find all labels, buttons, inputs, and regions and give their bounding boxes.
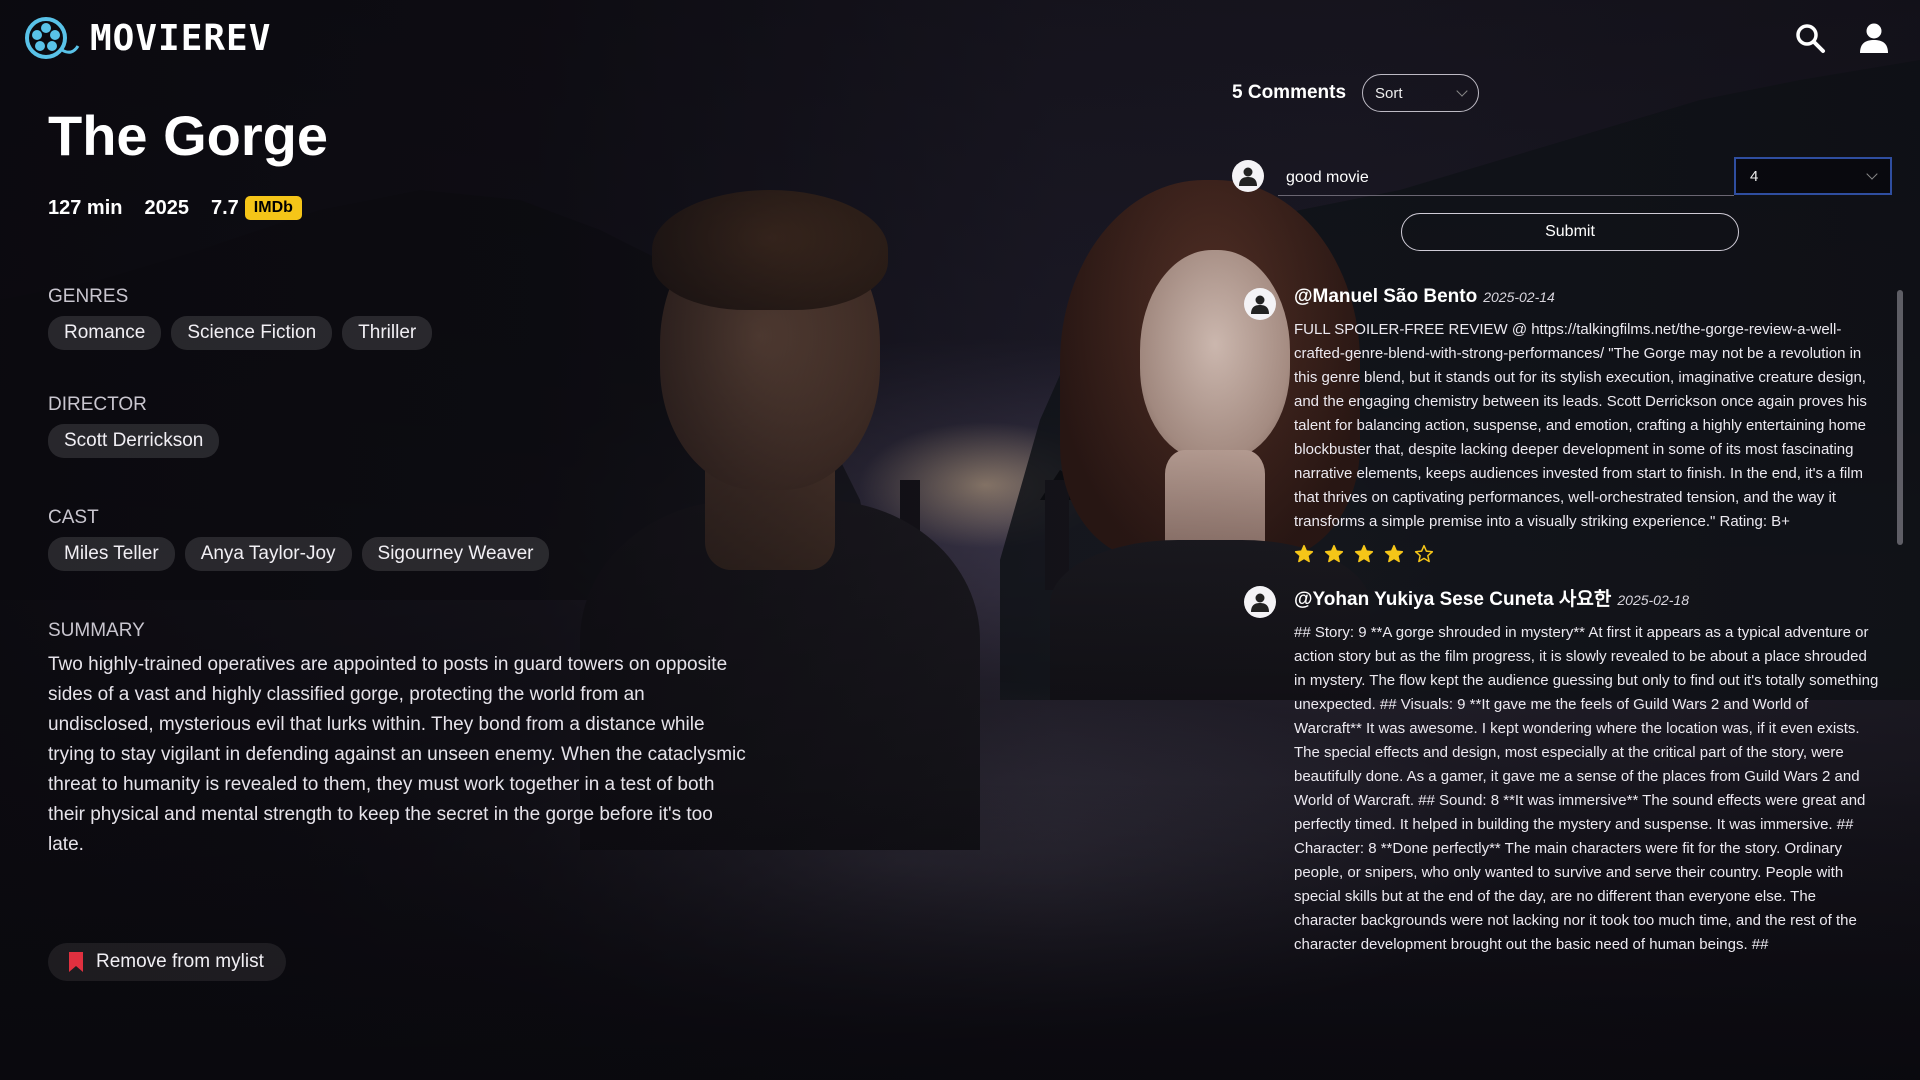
cast-chip[interactable]: Miles Teller <box>48 537 175 571</box>
search-icon <box>1796 24 1825 53</box>
avatar <box>1244 288 1276 320</box>
imdb-badge: IMDb <box>244 196 302 220</box>
comment-author[interactable]: @Manuel São Bento <box>1294 286 1477 308</box>
rating-select[interactable]: 4 <box>1734 157 1892 195</box>
star-filled-icon <box>1294 544 1314 563</box>
genre-chip[interactable]: Romance <box>48 316 162 350</box>
logo[interactable]: MOVIEREV <box>24 16 271 60</box>
logo-text: MOVIEREV <box>90 17 272 59</box>
director-section: DIRECTOR Scott Derrickson <box>48 394 748 458</box>
comment-author[interactable]: @Yohan Yukiya Sese Cuneta 사요한 <box>1294 584 1611 611</box>
chevron-down-icon <box>1866 168 1878 180</box>
user-icon <box>1239 167 1257 186</box>
summary-label: SUMMARY <box>48 620 145 641</box>
bookmark-icon <box>69 952 83 972</box>
genres-label: GENRES <box>48 286 129 307</box>
star-filled-icon <box>1384 544 1404 563</box>
comments-count: 5 Comments <box>1232 82 1347 103</box>
comment-date: 2025-02-18 <box>1617 592 1689 608</box>
comments-header: 5 Comments Sort <box>1232 74 1480 112</box>
cast-label: CAST <box>48 507 99 528</box>
sort-dropdown[interactable]: Sort <box>1362 74 1480 112</box>
comment-body: FULL SPOILER-FREE REVIEW @ https://talki… <box>1294 321 1867 530</box>
runtime: 127 min <box>48 196 123 219</box>
star-filled-icon <box>1354 544 1374 563</box>
rating-select-value: 4 <box>1750 167 1759 185</box>
sort-dropdown-label: Sort <box>1375 84 1403 102</box>
scrollbar-thumb[interactable] <box>1897 290 1903 545</box>
avatar <box>1244 586 1276 618</box>
star-rating <box>1294 544 1890 564</box>
director-label: DIRECTOR <box>48 394 147 415</box>
comment-body: ## Story: 9 **A gorge shrouded in myster… <box>1294 624 1879 953</box>
summary-text: Two highly-trained operatives are appoin… <box>48 654 746 855</box>
cast-chip[interactable]: Anya Taylor-Joy <box>184 537 352 571</box>
search-button[interactable] <box>1794 22 1826 54</box>
star-empty-icon <box>1414 544 1434 563</box>
comment-date: 2025-02-14 <box>1483 289 1555 305</box>
cast-section: CAST Miles Teller Anya Taylor-Joy Sigour… <box>48 507 748 571</box>
imdb-rating: 7.7 IMDb <box>211 196 302 220</box>
top-navigation: MOVIEREV <box>0 0 1920 80</box>
comments-scrollbar[interactable] <box>1896 280 1904 1030</box>
movie-meta: 127 min 2025 7.7 IMDb <box>48 196 748 220</box>
movie-title: The Gorge <box>48 104 329 167</box>
genre-chip[interactable]: Science Fiction <box>171 316 333 350</box>
avatar <box>1232 160 1264 192</box>
release-year: 2025 <box>144 196 189 219</box>
remove-from-mylist-button[interactable]: Remove from mylist <box>48 943 286 981</box>
comment-list[interactable]: @Manuel São Bento 2025-02-14 FULL SPOILE… <box>1244 286 1890 1030</box>
comment-input[interactable] <box>1278 160 1734 196</box>
user-icon <box>1251 295 1269 314</box>
star-filled-icon <box>1324 544 1344 563</box>
cast-chip[interactable]: Sigourney Weaver <box>361 537 550 571</box>
comment-item: @Manuel São Bento 2025-02-14 FULL SPOILE… <box>1244 286 1890 564</box>
user-icon <box>1251 593 1269 612</box>
user-icon <box>1860 23 1888 53</box>
genre-chip[interactable]: Thriller <box>342 316 433 350</box>
submit-button[interactable]: Submit <box>1401 213 1739 251</box>
imdb-score: 7.7 <box>210 196 239 219</box>
movie-details: The Gorge 127 min 2025 7.7 IMDb GENRES R… <box>48 98 748 860</box>
director-chip[interactable]: Scott Derrickson <box>48 424 220 458</box>
profile-button[interactable] <box>1858 22 1890 54</box>
chevron-down-icon <box>1456 85 1468 97</box>
summary-section: SUMMARY Two highly-trained operatives ar… <box>48 620 748 860</box>
remove-from-mylist-label: Remove from mylist <box>96 951 264 972</box>
film-reel-icon <box>25 17 80 59</box>
comment-composer: 4 <box>1232 157 1892 196</box>
genres-section: GENRES Romance Science Fiction Thriller <box>48 286 748 350</box>
comment-item: @Yohan Yukiya Sese Cuneta 사요한 2025-02-18… <box>1244 584 1890 957</box>
